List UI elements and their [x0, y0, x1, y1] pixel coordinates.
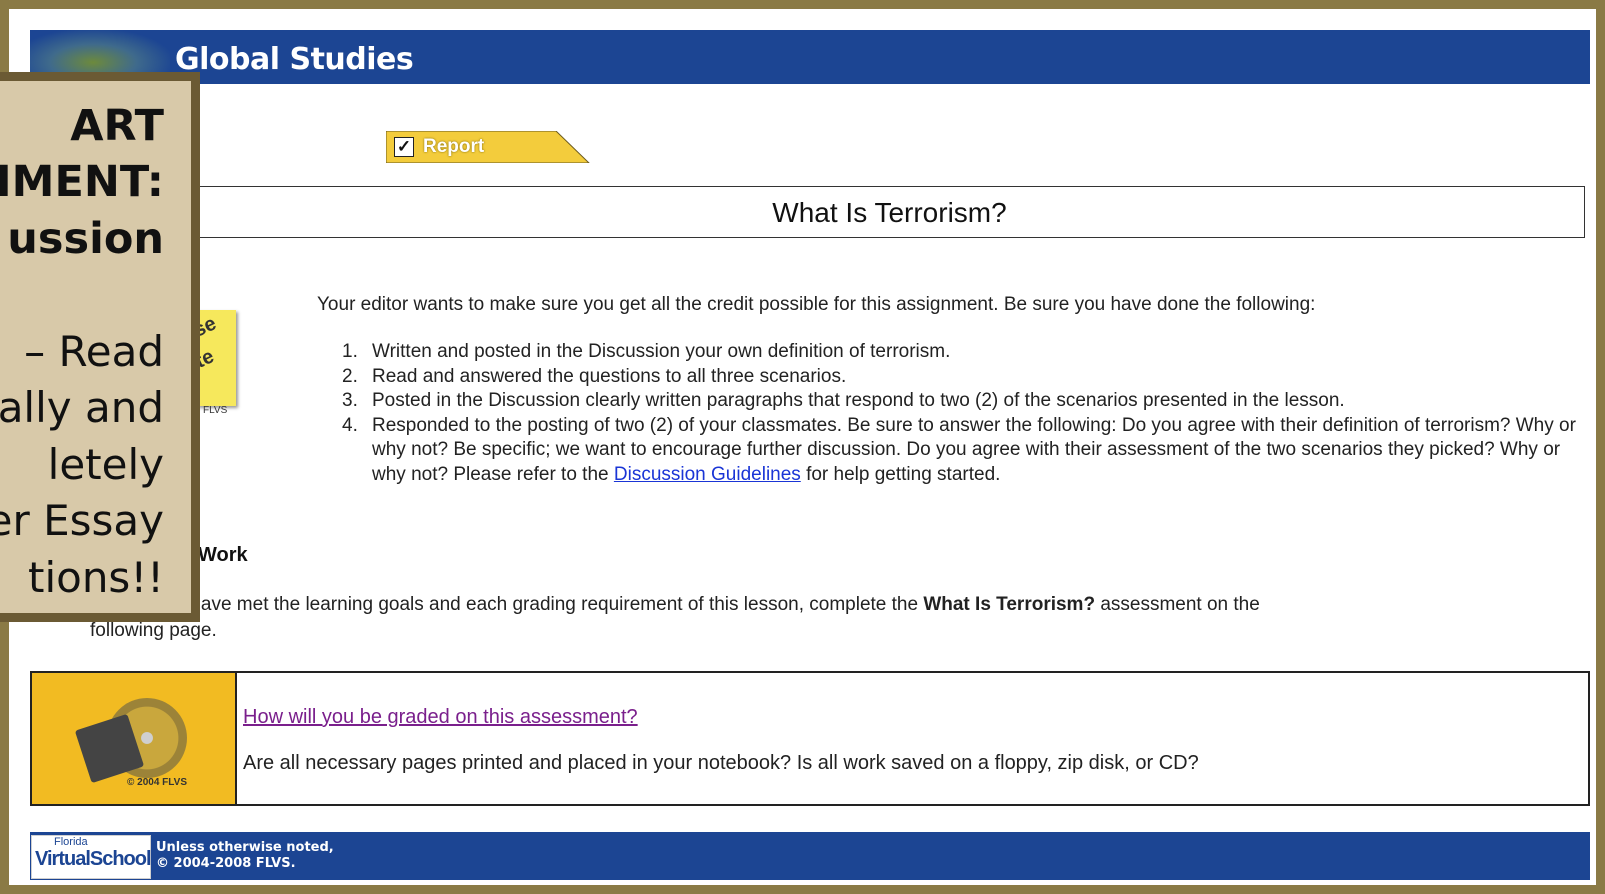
report-tab[interactable]: ✓ Report	[386, 131, 591, 163]
list-item: 2. Read and answered the questions to all…	[342, 365, 847, 387]
lesson-title-box: What Is Terrorism?	[195, 186, 1585, 238]
callout-line: er Essay	[0, 496, 164, 545]
assessment-name: What Is Terrorism?	[923, 594, 1096, 615]
footer: Florida VirtualSchool Unless otherwise n…	[30, 832, 1590, 880]
report-tab-shape	[386, 131, 590, 163]
report-tab-label: Report	[423, 136, 485, 157]
grading-link[interactable]: How will you be graded on this assessmen…	[243, 706, 638, 729]
checkbox-icon: ✓	[394, 137, 414, 157]
grading-box: © 2004 FLVS How will you be graded on th…	[30, 671, 1590, 806]
grading-question: Are all necessary pages printed and plac…	[243, 752, 1199, 774]
course-header: Global Studies	[30, 30, 1590, 84]
requirements-list: 1. Written and posted in the Discussion y…	[336, 340, 1576, 487]
sticky-note-image: se te	[196, 310, 236, 406]
callout-line: ally and	[0, 383, 164, 432]
florida-virtual-school-logo[interactable]: Florida VirtualSchool	[31, 835, 152, 879]
callout-line: tions!!	[27, 553, 164, 602]
work-heading: Work	[198, 544, 248, 566]
callout-line: ART	[70, 101, 164, 151]
intro-text: Your editor wants to make sure you get a…	[317, 294, 1316, 315]
discussion-guidelines-link[interactable]: Discussion Guidelines	[614, 464, 801, 485]
footer-copyright: Unless otherwise noted, © 2004-2008 FLVS…	[156, 840, 334, 871]
disk-image: © 2004 FLVS	[32, 673, 237, 804]
callout-line: IMENT:	[0, 157, 164, 207]
callout-line: – Read	[24, 327, 164, 376]
list-item: 4. Responded to the posting of two (2) of…	[342, 414, 1576, 485]
disk-image-copyright: © 2004 FLVS	[127, 777, 187, 788]
course-title: Global Studies	[175, 42, 414, 77]
lesson-title: What Is Terrorism?	[772, 197, 1007, 228]
list-item: 3. Posted in the Discussion clearly writt…	[342, 390, 1345, 411]
callout-line: ussion	[7, 214, 164, 264]
sticky-note-copyright: FLVS	[203, 405, 228, 416]
assignment-callout: ART IMENT: ussion – Read ally and letely…	[0, 72, 200, 622]
callout-line: letely	[47, 440, 164, 489]
work-text: re sure you have met the learning goals …	[90, 594, 1260, 641]
list-item: 1. Written and posted in the Discussion y…	[342, 341, 951, 362]
